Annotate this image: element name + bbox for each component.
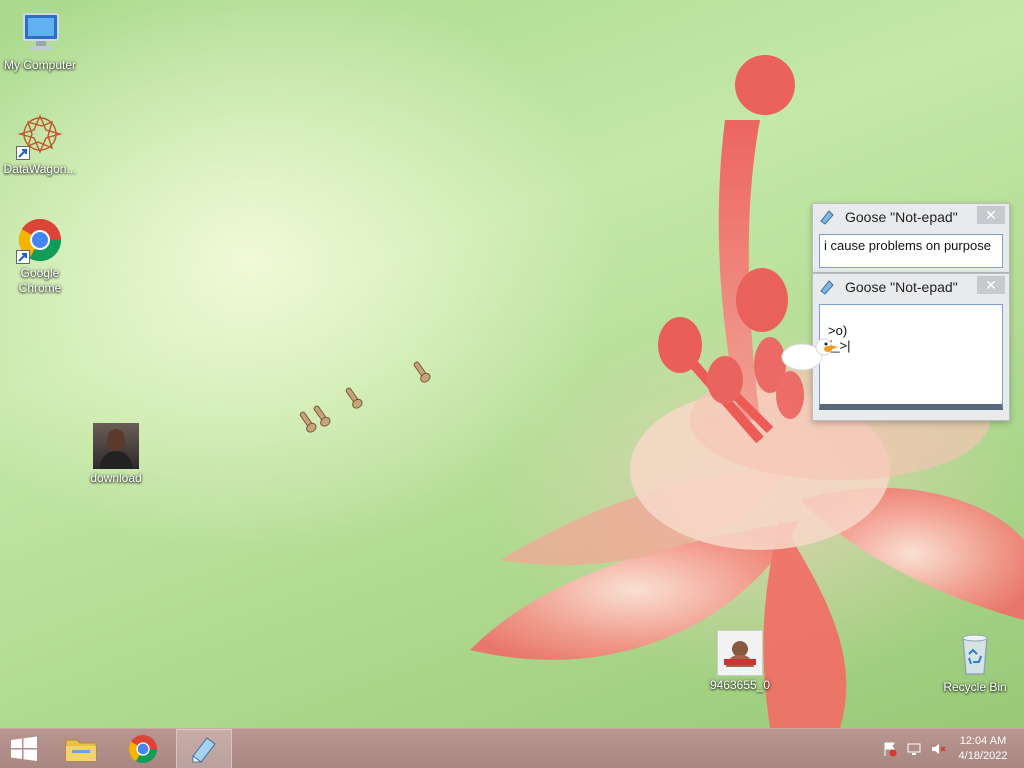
desktop-icon-recycle-bin[interactable]: Recycle Bin xyxy=(935,630,1015,695)
desktop-icon-label: download xyxy=(90,471,142,485)
notepad-text-line: (_>| xyxy=(828,338,851,353)
taskbar-clock[interactable]: 12:04 AM 4/18/2022 xyxy=(950,734,1016,764)
notepad-text-area[interactable]: i cause problems on purpose xyxy=(819,234,1003,268)
recycle-bin-icon xyxy=(951,630,999,678)
taskbar-google-chrome[interactable] xyxy=(118,729,168,768)
notepad-icon xyxy=(819,279,835,295)
window-title: Goose "Not-epad" xyxy=(845,209,958,225)
taskbar: 12:04 AM 4/18/2022 xyxy=(0,728,1024,768)
desktop-icon-label: 9463655_0 xyxy=(709,678,771,692)
notepad-text-area[interactable]: >o) (_>| xyxy=(819,304,1003,410)
goose-footprints xyxy=(299,361,431,433)
desktop-icon-my-computer[interactable]: My Computer xyxy=(0,8,80,73)
window-title: Goose "Not-epad" xyxy=(845,279,958,295)
system-tray: 12:04 AM 4/18/2022 xyxy=(878,729,1024,768)
photo-thumbnail-icon xyxy=(717,630,763,676)
volume-muted-icon[interactable] xyxy=(926,741,950,757)
notepad-text-line: >o) xyxy=(828,323,848,338)
goose-sprite[interactable] xyxy=(780,335,840,375)
photo-thumbnail-icon xyxy=(93,423,139,469)
notepad-icon xyxy=(192,737,216,763)
notepad-text: i cause problems on purpose xyxy=(824,238,991,253)
notepad-icon xyxy=(819,209,835,225)
start-button[interactable] xyxy=(0,729,48,768)
desktop-icon-image-file[interactable]: 9463655_0 xyxy=(700,630,780,693)
windows-logo-icon xyxy=(11,736,37,761)
desktop-icon-label: My Computer xyxy=(3,58,77,72)
goose-notepad-window-2[interactable]: Goose "Not-epad" ✕ >o) (_>| xyxy=(812,273,1010,421)
close-button[interactable]: ✕ xyxy=(977,206,1005,224)
chrome-icon xyxy=(128,735,157,764)
desktop-icon-label: DataWagon... xyxy=(3,162,77,176)
clock-time: 12:04 AM xyxy=(959,735,1007,747)
desktop-icon-label: Recycle Bin xyxy=(943,680,1007,694)
desktop-icon-datawagon[interactable]: DataWagon... xyxy=(0,112,80,177)
network-icon[interactable] xyxy=(902,741,926,757)
chrome-icon xyxy=(16,216,64,264)
goose-notepad-window-1[interactable]: Goose "Not-epad" ✕ i cause problems on p… xyxy=(812,203,1010,273)
computer-icon xyxy=(16,8,64,56)
folder-icon xyxy=(65,739,97,762)
shortcut-arrow-icon xyxy=(16,146,30,160)
goose-notepad-titlebar[interactable]: Goose "Not-epad" ✕ xyxy=(813,274,1009,300)
desktop[interactable]: My Computer DataWagon... Google Chrome d… xyxy=(0,0,1024,768)
shortcut-arrow-icon xyxy=(16,250,30,264)
desktop-icon-label: Google Chrome xyxy=(18,266,62,295)
desktop-icon-download[interactable]: download xyxy=(76,423,156,486)
taskbar-notepad[interactable] xyxy=(176,729,232,768)
action-center-flag-icon[interactable] xyxy=(878,741,902,757)
goose-notepad-titlebar[interactable]: Goose "Not-epad" ✕ xyxy=(813,204,1009,230)
clock-date: 4/18/2022 xyxy=(958,750,1008,762)
close-button[interactable]: ✕ xyxy=(977,276,1005,294)
datawagon-logo-icon xyxy=(16,112,64,160)
taskbar-file-explorer[interactable] xyxy=(56,729,106,768)
desktop-icon-google-chrome[interactable]: Google Chrome xyxy=(0,216,80,296)
